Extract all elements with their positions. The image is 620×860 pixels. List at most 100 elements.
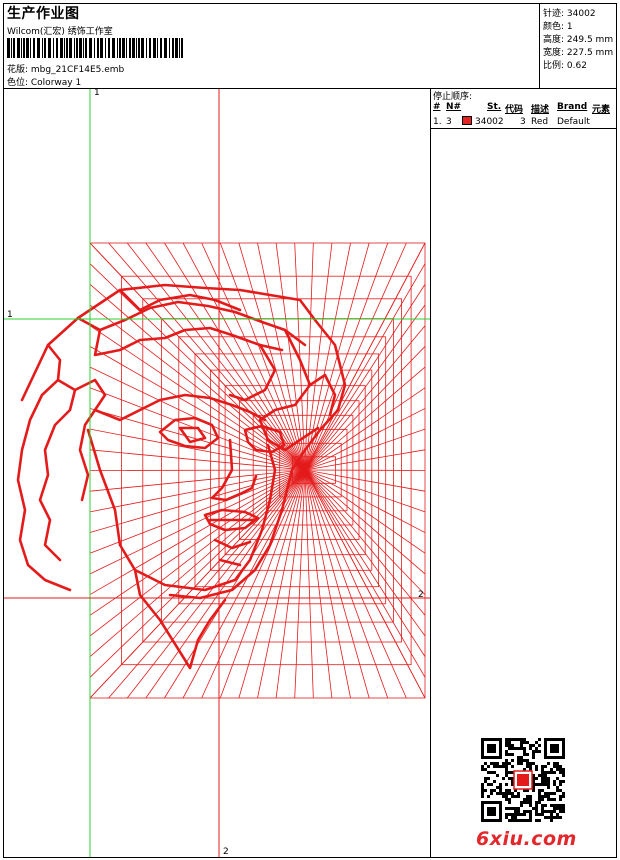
qr-module (538, 813, 541, 816)
qr-module (508, 813, 511, 816)
qr-module (538, 792, 541, 795)
qr-module (484, 789, 487, 792)
qr-module (481, 768, 484, 771)
qr-module (499, 765, 502, 768)
grid-ray (89, 469, 306, 657)
qr-module (508, 777, 511, 780)
qr-module (538, 750, 541, 753)
qr-module (514, 813, 517, 816)
qr-module (505, 744, 508, 747)
qr-module (547, 816, 550, 819)
qr-module (490, 771, 493, 774)
qr-module (559, 798, 562, 801)
grid-ray (304, 469, 389, 699)
qr-module (508, 819, 511, 822)
qr-module (526, 753, 529, 756)
qr-module (523, 819, 526, 822)
qr-module (556, 807, 559, 810)
grid-ray (89, 469, 306, 699)
qr-module (520, 744, 523, 747)
qr-module (484, 780, 487, 783)
qr-module (544, 792, 547, 795)
qr-module (505, 783, 508, 786)
qr-module (508, 807, 511, 810)
grid-ray (304, 242, 389, 471)
qr-module (529, 744, 532, 747)
qr-module (550, 816, 553, 819)
qr-module (547, 798, 550, 801)
grid-ray (89, 469, 306, 616)
qr-module (481, 792, 484, 795)
qr-module (490, 792, 493, 795)
qr-module (487, 771, 490, 774)
qr-module (520, 759, 523, 762)
qr-module (535, 810, 538, 813)
qr-module (535, 741, 538, 744)
qr-module (541, 813, 544, 816)
qr-module (514, 807, 517, 810)
axis-label-v2: 2 (223, 847, 229, 857)
qr-module (493, 780, 496, 783)
qr-module (523, 738, 526, 741)
qr-module (550, 810, 553, 813)
qr-module (508, 771, 511, 774)
qr-module (526, 741, 529, 744)
qr-module (496, 762, 499, 765)
qr-module (535, 804, 538, 807)
qr-module (514, 816, 517, 819)
qr-module (490, 762, 493, 765)
qr-module (481, 789, 484, 792)
hair-curls-top (76, 288, 307, 357)
qr-module (520, 738, 523, 741)
qr-module (532, 756, 535, 759)
axis-label-h2: 2 (418, 590, 424, 600)
qr-module (481, 783, 484, 786)
qr-module (526, 762, 529, 765)
qr-module (559, 804, 562, 807)
grid-ray (89, 469, 306, 637)
qr-module (553, 765, 556, 768)
qr-module (538, 798, 541, 801)
qr-module (553, 804, 556, 807)
qr-module (559, 810, 562, 813)
qr-module (562, 768, 565, 771)
qr-module (517, 807, 520, 810)
chin (213, 538, 252, 567)
qr-module (502, 765, 505, 768)
qr-module (556, 816, 559, 819)
qr-module (535, 750, 538, 753)
qr-module (547, 777, 550, 780)
qr-module (523, 759, 526, 762)
qr-module (538, 819, 541, 822)
qr-logo-seal (517, 774, 529, 786)
qr-module (526, 801, 529, 804)
qr-module (520, 804, 523, 807)
grid-ray (304, 469, 426, 471)
qr-module (505, 816, 508, 819)
qr-module (553, 792, 556, 795)
qr-module (532, 750, 535, 753)
qr-module (559, 807, 562, 810)
qr-module (541, 780, 544, 783)
qr-module (493, 765, 496, 768)
grid-ray (182, 242, 306, 471)
qr-module (517, 762, 520, 765)
qr-module (487, 777, 490, 780)
qr-module (559, 816, 562, 819)
qr-module (550, 798, 553, 801)
qr-module (490, 789, 493, 792)
qr-module (541, 789, 544, 792)
grid-ray (108, 242, 306, 471)
qr-module (508, 744, 511, 747)
grid-ray (89, 469, 306, 471)
qr-module (481, 786, 484, 789)
qr-module (562, 774, 565, 777)
qr-module (505, 798, 508, 801)
qr-module (544, 777, 547, 780)
qr-module (529, 747, 532, 750)
qr-module (544, 804, 547, 807)
qr-module (541, 777, 544, 780)
qr-module (508, 801, 511, 804)
qr-module (505, 774, 508, 777)
qr-module (514, 795, 517, 798)
